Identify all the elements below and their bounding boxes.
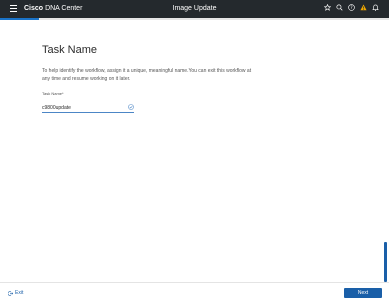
task-name-label: Task Name* [42, 91, 64, 96]
task-name-step: Task Name To help identify the workflow,… [42, 44, 342, 114]
scrollbar-thumb[interactable] [384, 242, 387, 282]
task-name-field-group: Task Name* [42, 91, 134, 114]
star-icon[interactable] [324, 4, 331, 11]
search-icon[interactable] [336, 4, 343, 11]
header-icon-group: ? [324, 4, 379, 11]
exit-label: Exit [15, 290, 24, 296]
workflow-progress-fill [0, 18, 39, 20]
exit-button[interactable]: Exit [7, 290, 24, 296]
wizard-footer: Exit Next [0, 282, 389, 302]
workflow-progress-bar [0, 18, 389, 20]
bell-icon[interactable] [372, 4, 379, 11]
top-navigation-bar: Cisco DNA Center Image Update ? [0, 0, 389, 18]
task-name-input[interactable] [42, 104, 134, 113]
svg-text:?: ? [350, 5, 352, 10]
step-heading: Task Name [42, 44, 98, 56]
warning-icon[interactable] [360, 4, 367, 11]
next-button[interactable]: Next [344, 288, 382, 298]
valid-check-icon [128, 97, 134, 110]
exit-icon [7, 290, 14, 296]
help-icon[interactable]: ? [348, 4, 355, 11]
step-description: To help identify the workflow, assign it… [42, 68, 252, 82]
